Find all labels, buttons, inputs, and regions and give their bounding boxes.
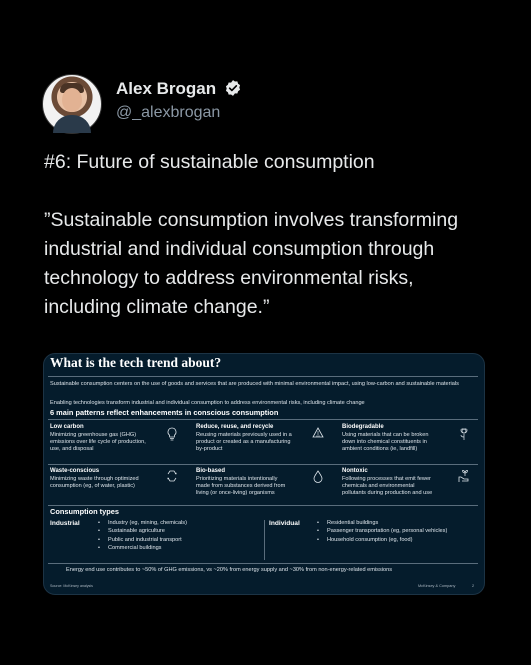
- consumption-heading: Consumption types: [50, 507, 119, 516]
- list-item: Commercial buildings: [98, 544, 187, 553]
- industrial-label: Industrial: [50, 520, 80, 527]
- author-handle[interactable]: @_alexbrogan: [116, 104, 220, 122]
- divider: [48, 563, 478, 564]
- pattern-desc: Reusing materials previously used in a p…: [196, 432, 292, 452]
- column-divider: [264, 520, 265, 560]
- pattern-desc: Following processes that emit fewer chem…: [342, 476, 433, 496]
- drop-icon: [313, 470, 323, 483]
- verified-badge-icon: [225, 80, 241, 96]
- publisher-label: McKinsey & Company: [418, 584, 456, 588]
- lightbulb-icon: [167, 427, 177, 441]
- individual-label: Individual: [269, 520, 300, 527]
- flower-icon: [460, 428, 468, 440]
- list-item: Passenger transportation (eg, personal v…: [317, 527, 447, 536]
- pattern-desc: Minimizing greenhouse gas (GHG) emission…: [50, 432, 146, 452]
- pattern-desc: Minimizing waste through optimized consu…: [50, 476, 139, 489]
- card-enabling: Enabling technologies transform industri…: [50, 400, 365, 406]
- list-item: Industry (eg, mining, chemicals): [98, 519, 187, 528]
- list-item: Household consumption (eg, food): [317, 536, 447, 545]
- recycle-arrows-icon: [167, 470, 177, 482]
- tweet-text: #6: Future of sustainable consumption ”S…: [44, 148, 484, 322]
- recycle-icon: [312, 427, 324, 438]
- energy-note: Energy end use contributes to ~50% of GH…: [66, 567, 393, 573]
- avatar-shirt: [53, 115, 91, 133]
- industrial-list: Industry (eg, mining, chemicals) Sustain…: [98, 519, 187, 553]
- tweet-quote: ”Sustainable consumption involves transf…: [44, 209, 459, 318]
- tweet-title: #6: Future of sustainable consumption: [44, 151, 375, 173]
- divider: [48, 464, 478, 465]
- list-item: Public and industrial transport: [98, 536, 187, 545]
- page-number: 2: [472, 584, 475, 588]
- individual-list: Residential buildings Passenger transpor…: [317, 519, 447, 545]
- source-note: Source: McKinsey analysis: [50, 584, 93, 588]
- patterns-heading: 6 main patterns reflect enhancements in …: [50, 408, 279, 417]
- author-name[interactable]: Alex Brogan: [116, 79, 216, 99]
- card-title: What is the tech trend about?: [50, 355, 222, 370]
- card-intro: Sustainable consumption centers on the u…: [50, 381, 459, 387]
- hand-plant-icon: [458, 470, 469, 482]
- pattern-desc: Prioritizing materials intentionally mad…: [196, 476, 286, 496]
- divider: [48, 419, 478, 420]
- pattern-desc: Using materials that can be broken down …: [342, 432, 429, 452]
- avatar-face: [62, 88, 82, 112]
- list-item: Sustainable agriculture: [98, 527, 187, 536]
- divider: [48, 505, 478, 506]
- avatar[interactable]: [42, 74, 102, 134]
- list-item: Residential buildings: [317, 519, 447, 528]
- divider: [48, 376, 478, 377]
- attached-image[interactable]: What is the tech trend about? Sustainabl…: [43, 353, 485, 595]
